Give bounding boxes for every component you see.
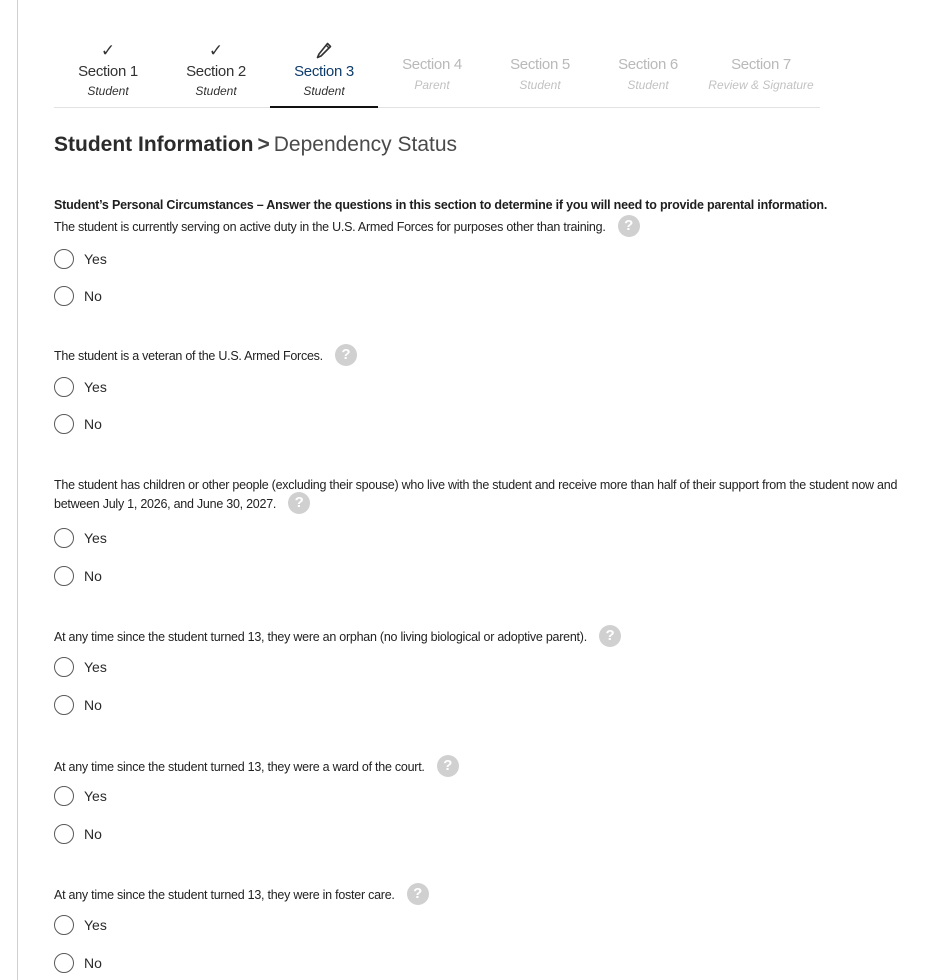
question-text: At any time since the student turned 13,… bbox=[54, 755, 904, 778]
pencil-icon bbox=[270, 42, 378, 60]
step-title: Section 6 bbox=[618, 56, 678, 73]
step-subtitle: Review & Signature bbox=[708, 78, 814, 92]
help-icon[interactable]: ? bbox=[334, 344, 357, 367]
step-section-6[interactable]: Section 6 Student bbox=[594, 38, 702, 108]
option-label: No bbox=[84, 697, 102, 713]
step-section-4[interactable]: Section 4 Parent bbox=[378, 38, 486, 108]
step-section-3[interactable]: Section 3 Student bbox=[270, 38, 378, 108]
option-label: No bbox=[84, 955, 102, 971]
check-icon: ✓ bbox=[208, 41, 224, 60]
help-icon[interactable]: ? bbox=[406, 883, 429, 906]
option-label: Yes bbox=[84, 379, 107, 395]
question-label: The student is a veteran of the U.S. Arm… bbox=[54, 349, 323, 363]
radio-no[interactable] bbox=[54, 695, 74, 715]
page-title: Student Information > Dependency Status bbox=[54, 132, 457, 158]
radio-yes[interactable] bbox=[54, 377, 74, 397]
step-subtitle: Student bbox=[303, 84, 345, 98]
option-label: Yes bbox=[84, 788, 107, 804]
heading-page: Dependency Status bbox=[273, 133, 458, 156]
step-subtitle: Student bbox=[519, 78, 561, 92]
section-instructions: Student’s Personal Circumstances – Answe… bbox=[54, 198, 828, 212]
option-label: Yes bbox=[84, 659, 107, 675]
question-foster-care: At any time since the student turned 13,… bbox=[54, 883, 904, 976]
help-icon[interactable]: ? bbox=[598, 625, 621, 648]
radio-no[interactable] bbox=[54, 953, 74, 973]
question-text: At any time since the student turned 13,… bbox=[54, 883, 904, 906]
option-label: Yes bbox=[84, 917, 107, 933]
option-no[interactable]: No bbox=[54, 952, 102, 974]
question-label: The student is currently serving on acti… bbox=[54, 220, 606, 234]
left-border bbox=[17, 0, 18, 980]
heading-section: Student Information bbox=[54, 133, 254, 156]
radio-no[interactable] bbox=[54, 824, 74, 844]
radio-no[interactable] bbox=[54, 566, 74, 586]
step-title: Section 4 bbox=[402, 56, 462, 73]
question-text: The student has children or other people… bbox=[54, 476, 904, 515]
option-label: Yes bbox=[84, 530, 107, 546]
step-section-2[interactable]: ✓ Section 2 Student bbox=[162, 38, 270, 108]
help-icon[interactable]: ? bbox=[288, 492, 311, 515]
question-text: The student is a veteran of the U.S. Arm… bbox=[54, 344, 904, 367]
step-title: Section 7 bbox=[731, 56, 791, 73]
step-title: Section 2 bbox=[186, 63, 246, 80]
question-label: The student has children or other people… bbox=[54, 478, 898, 511]
question-veteran: The student is a veteran of the U.S. Arm… bbox=[54, 344, 904, 437]
step-section-1[interactable]: ✓ Section 1 Student bbox=[54, 38, 162, 108]
step-section-7[interactable]: Section 7 Review & Signature bbox=[702, 38, 820, 108]
check-icon: ✓ bbox=[100, 41, 116, 60]
question-label: At any time since the student turned 13,… bbox=[54, 888, 395, 902]
step-subtitle: Student bbox=[627, 78, 669, 92]
radio-no[interactable] bbox=[54, 414, 74, 434]
option-no[interactable]: No bbox=[54, 565, 102, 587]
option-no[interactable]: No bbox=[54, 694, 102, 716]
radio-yes[interactable] bbox=[54, 915, 74, 935]
step-section-5[interactable]: Section 5 Student bbox=[486, 38, 594, 108]
step-title: Section 3 bbox=[294, 63, 354, 80]
option-label: No bbox=[84, 826, 102, 842]
option-label: No bbox=[84, 416, 102, 432]
option-yes[interactable]: Yes bbox=[54, 527, 107, 549]
radio-yes[interactable] bbox=[54, 249, 74, 269]
heading-separator: > bbox=[257, 133, 270, 156]
step-subtitle: Student bbox=[195, 84, 237, 98]
question-label: At any time since the student turned 13,… bbox=[54, 630, 587, 644]
question-orphan: At any time since the student turned 13,… bbox=[54, 625, 904, 718]
help-icon[interactable]: ? bbox=[617, 215, 640, 238]
option-no[interactable]: No bbox=[54, 413, 102, 435]
option-no[interactable]: No bbox=[54, 285, 102, 307]
step-title: Section 5 bbox=[510, 56, 570, 73]
radio-yes[interactable] bbox=[54, 786, 74, 806]
question-text: The student is currently serving on acti… bbox=[54, 215, 904, 238]
option-yes[interactable]: Yes bbox=[54, 376, 107, 398]
step-subtitle: Student bbox=[87, 84, 129, 98]
question-dependents: The student has children or other people… bbox=[54, 476, 904, 586]
radio-no[interactable] bbox=[54, 286, 74, 306]
option-yes[interactable]: Yes bbox=[54, 914, 107, 936]
option-yes[interactable]: Yes bbox=[54, 248, 107, 270]
section-stepper: ✓ Section 1 Student ✓ Section 2 Student … bbox=[54, 38, 820, 108]
option-yes[interactable]: Yes bbox=[54, 785, 107, 807]
radio-yes[interactable] bbox=[54, 657, 74, 677]
question-label: At any time since the student turned 13,… bbox=[54, 760, 425, 774]
question-ward-of-court: At any time since the student turned 13,… bbox=[54, 755, 904, 848]
radio-yes[interactable] bbox=[54, 528, 74, 548]
option-label: No bbox=[84, 288, 102, 304]
question-active-duty: The student is currently serving on acti… bbox=[54, 215, 904, 308]
option-label: No bbox=[84, 568, 102, 584]
option-yes[interactable]: Yes bbox=[54, 656, 107, 678]
option-no[interactable]: No bbox=[54, 823, 102, 845]
step-title: Section 1 bbox=[78, 63, 138, 80]
question-text: At any time since the student turned 13,… bbox=[54, 625, 904, 648]
help-icon[interactable]: ? bbox=[436, 755, 459, 778]
step-subtitle: Parent bbox=[414, 78, 450, 92]
option-label: Yes bbox=[84, 251, 107, 267]
